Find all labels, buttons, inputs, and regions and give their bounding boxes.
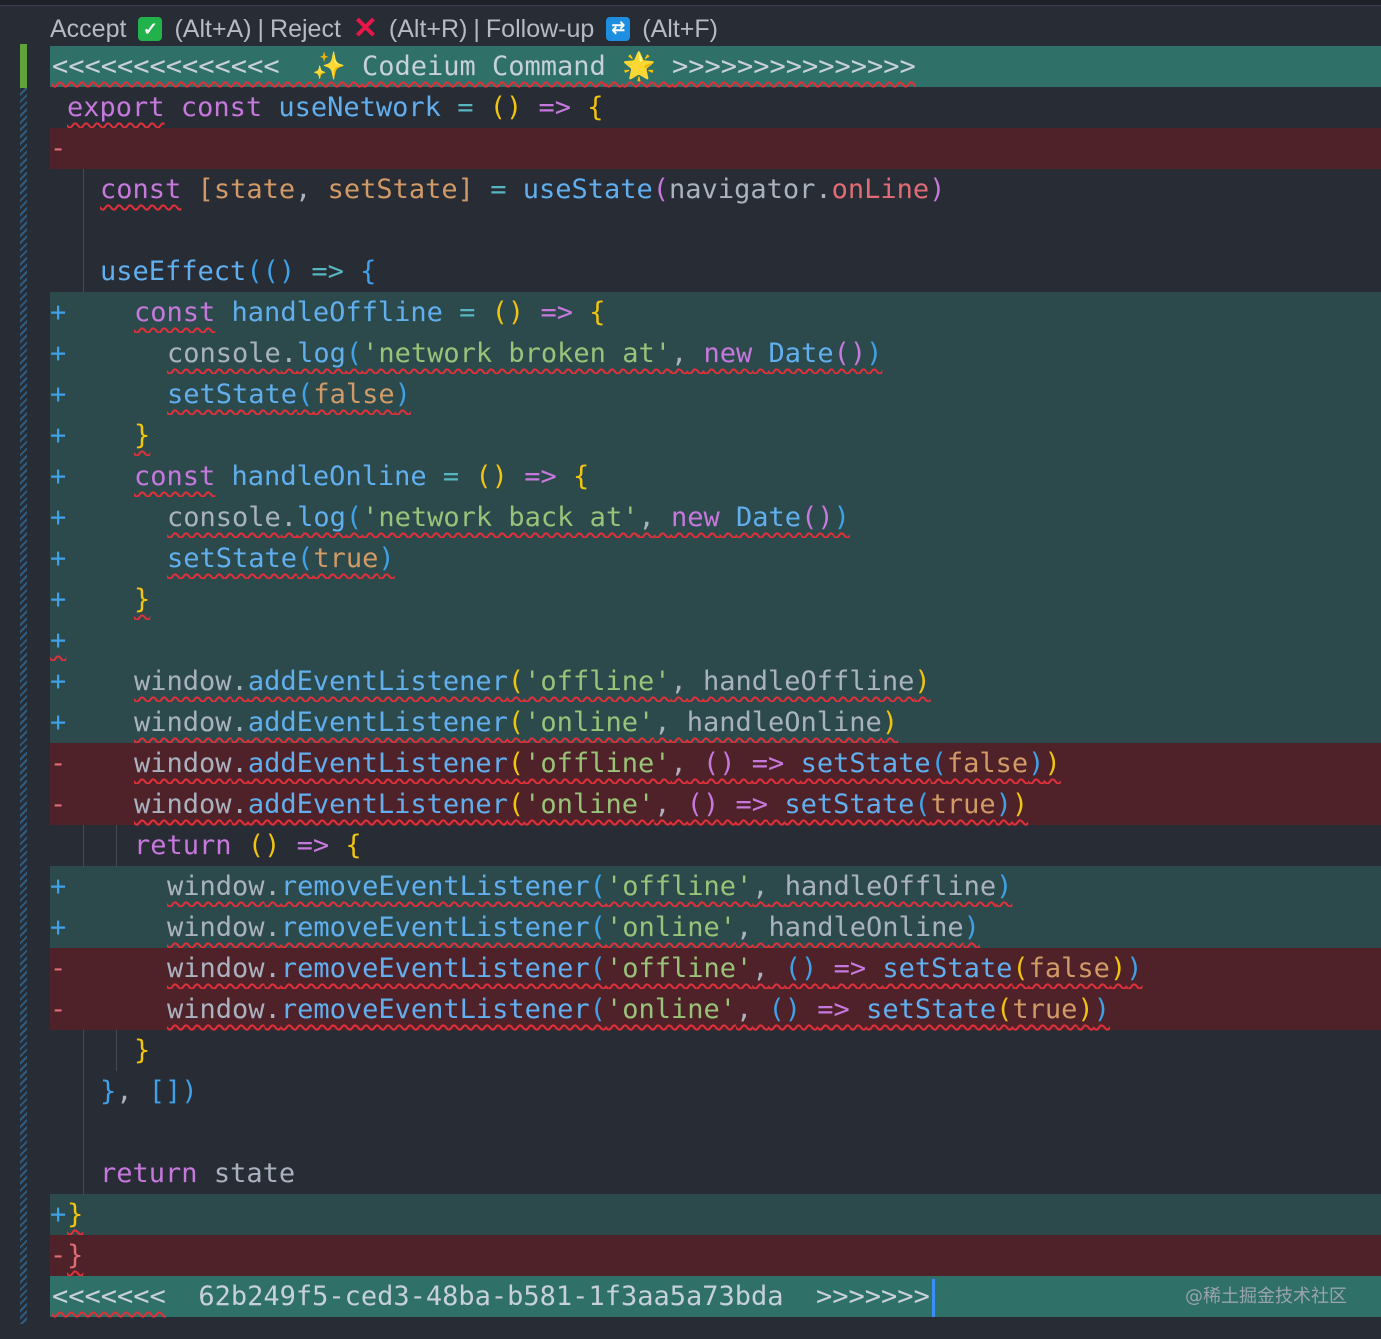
diff-removed-line[interactable]: - window.removeEventListener('online', (… (50, 989, 1381, 1030)
diff-added-line[interactable]: + } (50, 415, 1381, 456)
text-cursor (931, 1278, 935, 1317)
diff-banner-top: <<<<<<<<<<<<<< ✨ Codeium Command 🌟 >>>>>… (50, 46, 1381, 87)
diff-removed-line[interactable]: - window.addEventListener('online', () =… (50, 784, 1381, 825)
follow-up-icon[interactable]: ⇄ (606, 17, 631, 41)
diff-banner-bottom: <<<<<<< 62b249f5-ced3-48ba-b581-1f3aa5a7… (50, 1276, 1381, 1317)
code-line[interactable]: return state (50, 1153, 1381, 1194)
star-icon: 🌟 (622, 51, 656, 82)
code-line-empty[interactable] (50, 1112, 1381, 1153)
code-line[interactable]: }, []) (50, 1071, 1381, 1112)
cross-icon[interactable]: ✕ (353, 14, 378, 44)
gutter-change-indicator (20, 44, 27, 1324)
command-id: 62b249f5-ced3-48ba-b581-1f3aa5a73bda (198, 1281, 784, 1312)
reject-link[interactable]: Reject (270, 15, 341, 44)
diff-added-line[interactable]: + const handleOffline = () => { (50, 292, 1381, 333)
diff-added-line[interactable]: + const handleOnline = () => { (50, 456, 1381, 497)
check-icon[interactable]: ✓ (138, 17, 163, 41)
code-editor[interactable]: <<<<<<<<<<<<<< ✨ Codeium Command 🌟 >>>>>… (50, 46, 1381, 1317)
diff-added-line[interactable]: + (50, 620, 1381, 661)
code-line-empty[interactable] (50, 210, 1381, 251)
diff-removed-line[interactable]: - window.removeEventListener('offline', … (50, 948, 1381, 989)
diff-added-line[interactable]: + } (50, 579, 1381, 620)
code-line[interactable]: const [state, setState] = useState(navig… (50, 169, 1381, 210)
diff-added-line[interactable]: + console.log('network back at', new Dat… (50, 497, 1381, 538)
reject-shortcut: (Alt+R) (388, 14, 468, 43)
diff-added-line[interactable]: + window.addEventListener('online', hand… (50, 702, 1381, 743)
diff-added-line[interactable]: + window.removeEventListener('offline', … (50, 866, 1381, 907)
editor-top-border (0, 0, 1381, 6)
separator: | (473, 14, 480, 43)
diff-added-line[interactable]: + console.log('network broken at', new D… (50, 333, 1381, 374)
followup-link[interactable]: Follow-up (486, 15, 594, 44)
followup-shortcut: (Alt+F) (642, 14, 718, 43)
diff-added-line[interactable]: + window.removeEventListener('online', h… (50, 907, 1381, 948)
diff-added-line[interactable]: + setState(true) (50, 538, 1381, 579)
accept-shortcut: (Alt+A) (174, 14, 252, 43)
diff-removed-line[interactable]: - (50, 128, 1381, 169)
diff-added-line[interactable]: + window.addEventListener('offline', han… (50, 661, 1381, 702)
code-line[interactable]: } (50, 1030, 1381, 1071)
diff-removed-line[interactable]: - window.addEventListener('offline', () … (50, 743, 1381, 784)
diff-added-line[interactable]: + } (50, 1194, 1381, 1235)
accept-link[interactable]: Accept (50, 15, 126, 44)
separator: | (257, 14, 265, 43)
codelens-bar: Accept ✓ (Alt+A) | Reject ✕ (Alt+R) | Fo… (50, 12, 718, 46)
banner-title: Codeium Command (361, 51, 606, 82)
sparkle-icon: ✨ (312, 51, 346, 82)
code-line[interactable]: useEffect(() => { (50, 251, 1381, 292)
code-line[interactable]: return () => { (50, 825, 1381, 866)
watermark: @稀土掘金技术社区 (1185, 1286, 1347, 1307)
diff-added-line[interactable]: + setState(false) (50, 374, 1381, 415)
code-line[interactable]: export const useNetwork = () => { (50, 87, 1381, 128)
gutter-modified-marker (20, 44, 27, 88)
diff-removed-line[interactable]: - } (50, 1235, 1381, 1276)
